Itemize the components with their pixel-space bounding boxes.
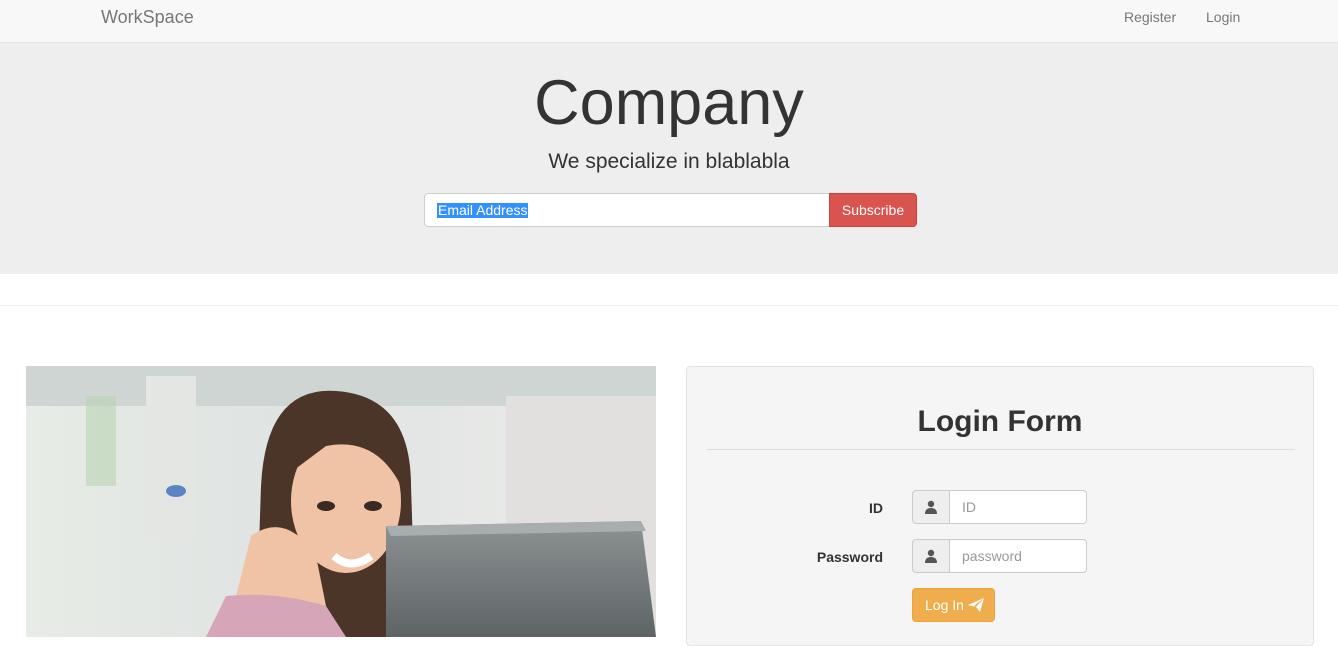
email-input-value: Email Address — [437, 202, 529, 218]
password-label: Password — [816, 549, 883, 565]
section-divider — [0, 305, 1338, 306]
hero-title: Company — [534, 68, 804, 138]
user-icon — [912, 490, 950, 524]
user-icon — [912, 539, 950, 573]
brand-logo[interactable]: WorkSpace — [101, 7, 194, 27]
password-input-placeholder: password — [962, 548, 1022, 564]
id-input[interactable]: ID — [950, 490, 1087, 524]
email-input[interactable]: Email Address — [424, 193, 830, 227]
send-icon — [968, 598, 984, 612]
subscribe-button[interactable]: Subscribe — [829, 193, 917, 227]
nav-register-link[interactable]: Register — [1124, 9, 1176, 25]
id-input-placeholder: ID — [962, 499, 976, 515]
login-form-panel: Login Form ID ID Password password Log I… — [686, 366, 1314, 646]
id-label: ID — [869, 500, 883, 516]
login-form-divider — [707, 449, 1295, 450]
hero-subtitle: We specialize in blablabla — [548, 150, 790, 173]
login-form-title: Login Form — [917, 405, 1083, 438]
navbar: WorkSpace Register Login — [0, 0, 1338, 43]
nav-login-link[interactable]: Login — [1206, 9, 1240, 25]
password-input[interactable]: password — [950, 539, 1087, 573]
log-in-button-label: Log In — [925, 597, 964, 613]
hero-section: Company We specialize in blablabla Email… — [0, 43, 1338, 274]
log-in-button[interactable]: Log In — [912, 588, 995, 622]
woman-with-laptop-photo — [26, 366, 656, 637]
